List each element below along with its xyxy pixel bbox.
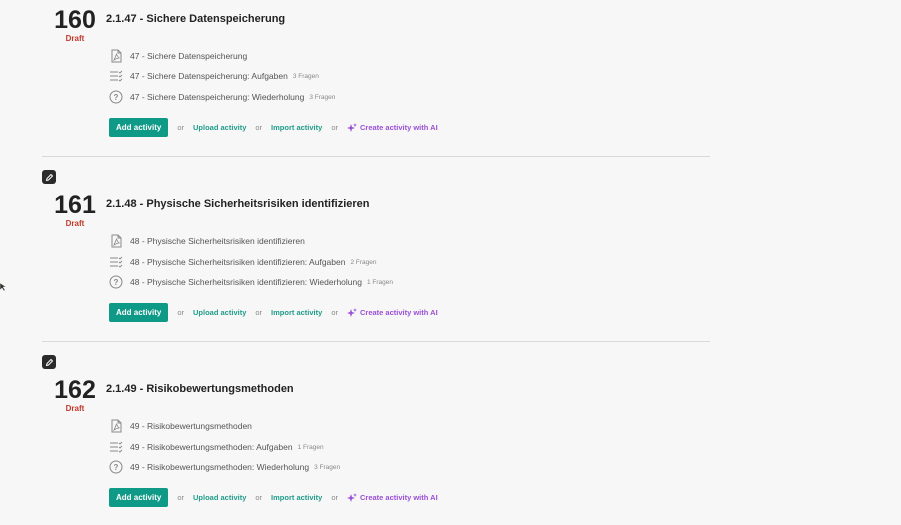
draft-badge: Draft [65, 34, 85, 43]
pdf-icon [108, 233, 124, 249]
activity-item[interactable]: 47 - Sichere Datenspeicherung [108, 48, 247, 64]
activity-name: 47 - Sichere Datenspeicherung [130, 51, 248, 61]
or-separator: or [255, 493, 263, 502]
pdf-icon [108, 48, 124, 64]
activity-name: 47 - Sichere Datenspeicherung: Wiederhol… [130, 92, 305, 102]
question-count: 3 Fragen [292, 72, 319, 80]
activity-item[interactable]: ? 48 - Physische Sicherheitsrisiken iden… [108, 274, 393, 290]
pencil-icon [45, 173, 53, 181]
import-activity-link[interactable]: Import activity [271, 308, 322, 317]
upload-activity-link[interactable]: Upload activity [193, 123, 246, 132]
lesson-title[interactable]: 2.1.48 - Physische Sicherheitsrisiken id… [106, 197, 370, 211]
activity-item[interactable]: 49 - Risikobewertungsmethoden: Aufgaben … [108, 439, 324, 455]
add-activity-button[interactable]: Add activity [109, 118, 169, 137]
section-divider [42, 156, 710, 157]
or-separator: or [177, 308, 185, 317]
or-separator: or [331, 123, 338, 132]
question-count: 3 Fragen [309, 93, 336, 101]
question-count: 1 Fragen [366, 278, 394, 286]
or-separator: or [177, 493, 185, 502]
lesson-number: 160 [54, 6, 96, 34]
import-activity-link[interactable]: Import activity [271, 123, 322, 132]
draft-badge: Draft [65, 404, 85, 413]
quiz-list-icon [108, 254, 124, 270]
create-ai-link[interactable]: Create activity with AI [346, 122, 438, 133]
draft-badge: Draft [65, 219, 85, 228]
activity-item[interactable]: ? 49 - Risikobewertungsmethoden: Wiederh… [108, 459, 340, 475]
activity-item[interactable]: 47 - Sichere Datenspeicherung: Aufgaben … [108, 68, 319, 84]
activity-name: 48 - Physische Sicherheitsrisiken identi… [130, 236, 305, 246]
svg-text:?: ? [114, 278, 119, 287]
activity-actions: Add activity or Upload activity or Impor… [109, 488, 438, 507]
create-ai-label: Create activity with AI [359, 123, 438, 132]
lesson-number: 162 [54, 376, 96, 404]
add-activity-button[interactable]: Add activity [109, 303, 169, 322]
upload-activity-link[interactable]: Upload activity [193, 493, 246, 502]
sparkle-icon [346, 307, 357, 317]
activity-name: 49 - Risikobewertungsmethoden [130, 421, 252, 431]
svg-text:?: ? [114, 93, 119, 102]
create-ai-label: Create activity with AI [359, 308, 438, 317]
add-activity-button[interactable]: Add activity [109, 488, 169, 507]
create-ai-label: Create activity with AI [359, 493, 438, 502]
or-separator: or [331, 308, 338, 317]
sparkle-icon [346, 122, 357, 132]
activity-item[interactable]: 49 - Risikobewertungsmethoden [108, 418, 252, 434]
quiz-list-icon [108, 439, 124, 455]
edit-button[interactable] [42, 170, 56, 184]
question-count: 2 Fragen [350, 258, 377, 266]
activity-actions: Add activity or Upload activity or Impor… [109, 118, 438, 137]
mouse-cursor [0, 278, 7, 296]
or-separator: or [177, 123, 185, 132]
lesson-number: 161 [54, 191, 96, 219]
lesson-title[interactable]: 2.1.47 - Sichere Datenspeicherung [106, 12, 285, 26]
pencil-icon [45, 358, 53, 366]
create-ai-link[interactable]: Create activity with AI [346, 492, 438, 503]
or-separator: or [331, 493, 338, 502]
question-count: 1 Fragen [297, 443, 324, 451]
activity-name: 47 - Sichere Datenspeicherung: Aufgaben [130, 71, 288, 81]
or-separator: or [255, 308, 263, 317]
activity-item[interactable]: 48 - Physische Sicherheitsrisiken identi… [108, 233, 305, 249]
or-separator: or [255, 123, 263, 132]
question-icon: ? [108, 274, 124, 290]
question-icon: ? [108, 89, 124, 105]
activity-item[interactable]: ? 47 - Sichere Datenspeicherung: Wiederh… [108, 89, 335, 105]
import-activity-link[interactable]: Import activity [271, 493, 322, 502]
pdf-icon [108, 418, 124, 434]
quiz-list-icon [108, 68, 124, 84]
lesson-title[interactable]: 2.1.49 - Risikobewertungsmethoden [106, 382, 294, 396]
sparkle-icon [346, 492, 357, 502]
question-count: 3 Fragen [314, 463, 341, 471]
activity-name: 48 - Physische Sicherheitsrisiken identi… [130, 257, 346, 267]
upload-activity-link[interactable]: Upload activity [193, 308, 246, 317]
question-icon: ? [108, 459, 124, 475]
activity-name: 48 - Physische Sicherheitsrisiken identi… [130, 277, 362, 287]
activity-name: 49 - Risikobewertungsmethoden: Aufgaben [130, 442, 293, 452]
activity-name: 49 - Risikobewertungsmethoden: Wiederhol… [130, 462, 310, 472]
section-divider [42, 341, 710, 342]
activity-actions: Add activity or Upload activity or Impor… [109, 303, 438, 322]
activity-item[interactable]: 48 - Physische Sicherheitsrisiken identi… [108, 254, 376, 270]
edit-button[interactable] [42, 355, 56, 369]
svg-text:?: ? [114, 463, 119, 472]
create-ai-link[interactable]: Create activity with AI [346, 307, 438, 318]
